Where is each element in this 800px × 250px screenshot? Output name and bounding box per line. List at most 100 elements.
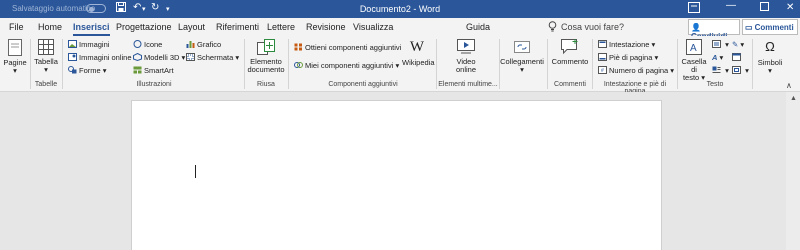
smartart-button[interactable]: SmartArt — [133, 66, 174, 75]
group-label-addins: Componenti aggiuntivi — [328, 81, 398, 88]
store-icon — [294, 43, 302, 51]
vertical-scrollbar[interactable]: ▲ — [786, 92, 800, 250]
text-box-label-1: Casella di — [681, 57, 707, 74]
screenshot-icon — [186, 53, 195, 61]
online-video-label-2: online — [455, 65, 477, 74]
icons-icon — [133, 40, 142, 48]
maximize-icon[interactable] — [760, 2, 769, 14]
my-addins-label: Miei componenti aggiuntivi — [305, 61, 394, 70]
shapes-label: Forme — [79, 66, 101, 75]
wordart-button[interactable]: A ▾ — [712, 53, 723, 62]
online-images-button[interactable]: Immagini online — [68, 53, 132, 62]
ribbon-display-options-icon[interactable] — [688, 2, 700, 16]
minimize-icon[interactable]: — — [726, 0, 736, 11]
tab-file[interactable]: File — [9, 22, 24, 32]
models-3d-button[interactable]: Modelli 3D ▾ — [133, 53, 185, 62]
quick-parts-icon — [712, 40, 721, 48]
wikipedia-label: Wikipedia — [402, 58, 435, 67]
text-cursor — [195, 165, 196, 178]
chart-button[interactable]: Grafico — [186, 40, 221, 49]
tab-visualizza[interactable]: Visualizza — [353, 22, 393, 32]
page-number-button[interactable]: # Numero di pagina ▾ — [598, 66, 674, 75]
drop-cap-icon — [712, 66, 721, 73]
shapes-icon — [68, 66, 77, 74]
title-bar: Salvataggio automatico ↶ ▾ ↻ ▾ Documento… — [0, 0, 800, 18]
tab-riferimenti[interactable]: Riferimenti — [216, 22, 259, 32]
smartart-label: SmartArt — [144, 66, 174, 75]
online-video-button[interactable]: Video online — [449, 39, 483, 74]
chart-label: Grafico — [197, 40, 222, 49]
search-placeholder: Cosa vuoi fare? — [561, 22, 625, 32]
icons-label: Icone — [144, 40, 163, 49]
icons-button[interactable]: Icone — [133, 40, 162, 49]
group-label-illustrations: Illustrazioni — [136, 81, 172, 88]
table-icon — [38, 39, 54, 55]
cube-icon — [133, 53, 142, 61]
group-label-comments: Commenti — [554, 81, 586, 88]
date-time-button[interactable] — [732, 53, 743, 62]
pages-label: Pagine — [3, 58, 27, 67]
smartart-icon — [133, 66, 142, 74]
images-label: Immagini — [79, 40, 110, 49]
screenshot-button[interactable]: Schermata ▾ — [186, 53, 239, 62]
document-title: Documento2 - Word — [359, 4, 441, 14]
shapes-button[interactable]: Forme ▾ — [68, 66, 107, 75]
document-canvas — [0, 92, 800, 250]
group-label-reuse: Riusa — [257, 81, 275, 88]
text-box-button[interactable]: A Casella di testo ▾ — [680, 39, 708, 82]
scroll-up-icon[interactable]: ▲ — [790, 95, 797, 102]
pages-button[interactable]: Pagine ▾ — [3, 39, 27, 75]
image-icon — [68, 40, 77, 48]
link-icon — [514, 41, 530, 53]
lightbulb-icon — [548, 21, 557, 32]
pages-icon — [8, 39, 22, 56]
header-label: Intestazione — [609, 40, 650, 49]
tab-revisione[interactable]: Revisione — [306, 22, 346, 32]
links-button[interactable]: Collegamenti ▾ — [500, 39, 544, 74]
tab-inserisci[interactable]: Inserisci — [73, 22, 110, 36]
my-addins-button[interactable]: Miei componenti aggiuntivi ▾ — [294, 61, 399, 70]
share-button[interactable]: 👤Condividi — [688, 19, 740, 41]
comment-icon: ▭ — [745, 23, 753, 32]
table-button[interactable]: Tabella ▾ — [33, 39, 59, 74]
get-addins-label: Ottieni componenti aggiuntivi — [305, 43, 402, 52]
tell-me-search[interactable]: Cosa vuoi fare? — [548, 21, 624, 32]
signature-line-icon: ✎ — [732, 40, 739, 49]
header-button[interactable]: Intestazione ▾ — [598, 40, 655, 49]
footer-label: Piè di pagina — [609, 53, 653, 62]
screenshot-label: Schermata — [197, 53, 234, 62]
tab-home[interactable]: Home — [38, 22, 62, 32]
comments-button[interactable]: ▭ Commenti — [742, 19, 798, 35]
wikipedia-icon: W — [409, 39, 425, 55]
symbols-button[interactable]: Ω Simboli ▾ — [755, 39, 785, 75]
tab-guida[interactable]: Guida — [466, 22, 490, 32]
reuse-document-button[interactable]: Elemento documento — [247, 39, 285, 74]
new-comment-icon — [561, 39, 578, 55]
tab-progettazione[interactable]: Progettazione — [116, 22, 172, 32]
wikipedia-button[interactable]: W Wikipedia — [402, 39, 435, 67]
close-icon[interactable]: ✕ — [786, 2, 794, 13]
group-label-media: Elementi multime... — [438, 81, 498, 88]
svg-text:#: # — [601, 68, 604, 74]
get-addins-button[interactable]: Ottieni componenti aggiuntivi — [294, 43, 401, 52]
quick-parts-button[interactable]: ▾ — [712, 40, 729, 49]
new-comment-button[interactable]: Commento — [550, 39, 590, 66]
text-box-icon: A — [686, 39, 702, 55]
signature-line-button[interactable]: ✎ ▾ — [732, 40, 744, 49]
group-label-text: Testo — [706, 81, 724, 88]
tab-layout[interactable]: Layout — [178, 22, 205, 32]
footer-icon — [598, 53, 607, 61]
document-page[interactable] — [131, 100, 662, 250]
object-button[interactable]: ▾ — [732, 66, 749, 75]
table-label: Tabella — [34, 57, 58, 66]
images-button[interactable]: Immagini — [68, 40, 109, 49]
reuse-document-icon — [257, 39, 275, 55]
tab-lettere[interactable]: Lettere — [267, 22, 295, 32]
omega-icon: Ω — [765, 39, 775, 54]
footer-button[interactable]: Piè di pagina ▾ — [598, 53, 658, 62]
collapse-ribbon-icon[interactable]: ∧ — [786, 81, 792, 90]
video-icon — [457, 39, 475, 54]
drop-cap-button[interactable]: ▾ — [712, 66, 729, 75]
group-label-tables: Tabelle — [34, 81, 58, 88]
date-time-icon — [732, 53, 741, 61]
